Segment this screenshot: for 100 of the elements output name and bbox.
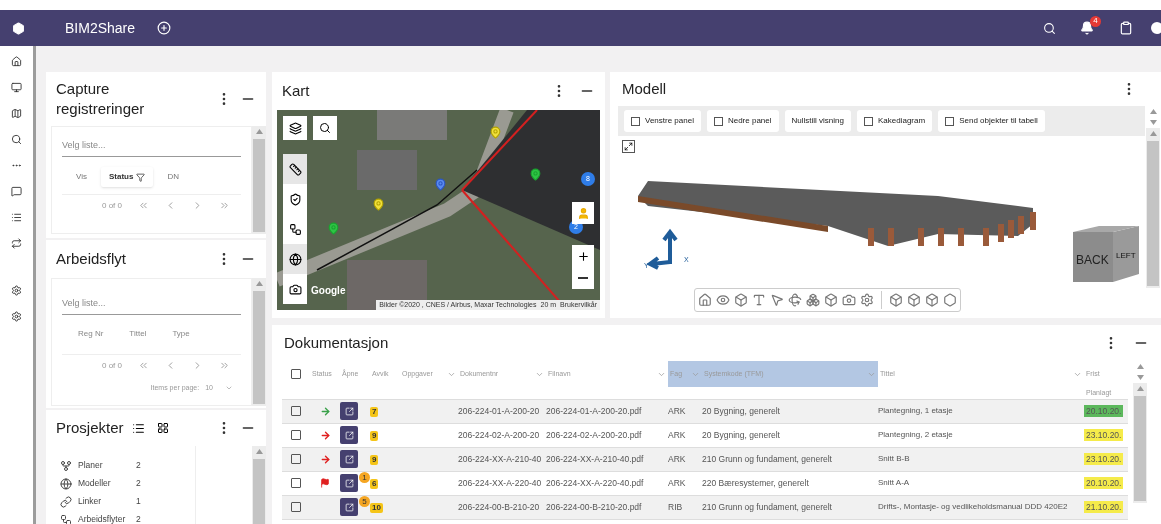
open-button[interactable]	[340, 402, 358, 420]
view-cube-drawing[interactable]: BACK LEFT	[1071, 224, 1141, 282]
nav-icon[interactable]	[11, 212, 22, 223]
deadline-date: 20.10.20.	[1084, 476, 1124, 489]
column-header[interactable]: DN	[159, 167, 187, 187]
row-checkbox[interactable]	[291, 454, 301, 465]
table-row[interactable]: 1 6 206-224-XX-A-220-40 206-224-XX-A-220-40.pdf ARK 220 Bæresystemer, generelt Snitt A-A 20.10.20.	[282, 471, 1128, 495]
scrollbar[interactable]	[252, 278, 266, 406]
app-logo-icon[interactable]	[12, 21, 25, 35]
column-header[interactable]: Type	[172, 328, 190, 340]
view-mode-icon[interactable]	[925, 293, 939, 307]
select-field[interactable]: Velg liste...	[62, 297, 241, 315]
search-icon[interactable]	[1043, 21, 1056, 35]
project-item[interactable]: Planer 2	[60, 458, 195, 473]
nav-icon[interactable]	[11, 311, 22, 322]
column-header[interactable]: Status	[100, 167, 154, 187]
map-pin-icon[interactable]	[529, 168, 542, 181]
account-icon[interactable]	[1151, 22, 1161, 34]
project-item[interactable]: Linker 1	[60, 494, 195, 509]
layers-button[interactable]	[283, 116, 307, 140]
clipboard-icon[interactable]	[1119, 21, 1133, 35]
filter-icon	[136, 172, 146, 182]
scroll-up-icon[interactable]	[1149, 109, 1157, 114]
item-icon	[60, 513, 72, 524]
checkbox[interactable]	[945, 116, 955, 126]
open-button[interactable]	[340, 450, 358, 468]
ruler-button[interactable]	[283, 154, 307, 184]
row-checkbox[interactable]	[291, 430, 301, 441]
item-icon	[60, 477, 72, 490]
row-checkbox[interactable]	[291, 502, 301, 513]
app-title[interactable]: BIM2Share	[65, 17, 136, 39]
view-tool-icon[interactable]	[770, 293, 784, 307]
scrollbar[interactable]	[252, 446, 266, 524]
workflow-button[interactable]	[283, 214, 307, 244]
checkbox-toggle[interactable]: Send objekter til tabell	[938, 110, 1045, 132]
item-icon	[60, 495, 72, 508]
view-tool-icon[interactable]	[716, 293, 730, 307]
column-header[interactable]: Vis	[68, 167, 95, 187]
project-item[interactable]: Arbeidsflyter 2	[60, 512, 195, 524]
view-tool-icon[interactable]	[752, 293, 766, 307]
globe-button[interactable]	[283, 244, 307, 274]
map-pin-icon[interactable]	[489, 126, 502, 139]
view-tool-icon[interactable]	[734, 293, 748, 307]
checkbox[interactable]	[713, 116, 723, 126]
project-item[interactable]: Modeller 2	[60, 476, 195, 491]
select-field[interactable]: Velg liste...	[62, 139, 241, 157]
scrollbar[interactable]	[1133, 383, 1147, 503]
checkbox-toggle[interactable]: Venstre panel	[624, 110, 701, 132]
view-tool-icon[interactable]	[806, 293, 820, 307]
reset-view-button[interactable]: Nullstill visning	[784, 110, 851, 132]
view-mode-icon[interactable]	[889, 293, 903, 307]
search-button[interactable]	[313, 116, 337, 140]
add-icon[interactable]	[157, 21, 172, 35]
camera-icon	[288, 282, 302, 296]
list-view-icon[interactable]	[131, 421, 145, 435]
view-tool-icon[interactable]	[860, 293, 874, 307]
scroll-down-icon[interactable]	[1149, 120, 1157, 125]
deviation-count: 7	[370, 406, 379, 417]
open-button[interactable]	[340, 498, 358, 516]
view-mode-icon[interactable]	[907, 293, 921, 307]
nav-icon[interactable]	[11, 108, 22, 119]
shield-check-icon	[288, 192, 302, 206]
checkbox[interactable]	[631, 116, 640, 126]
open-button[interactable]	[340, 474, 358, 492]
scroll-down-icon[interactable]	[1136, 375, 1144, 380]
shield-check-button[interactable]	[283, 184, 307, 214]
scrollbar[interactable]	[252, 126, 266, 234]
scroll-up-icon[interactable]	[1136, 364, 1144, 369]
column-header[interactable]: Reg Nr	[78, 328, 104, 340]
checkbox[interactable]	[864, 116, 873, 126]
map-pin-icon[interactable]	[372, 198, 385, 211]
open-external-icon	[344, 478, 354, 488]
view-tool-icon[interactable]	[698, 293, 712, 307]
nav-icon[interactable]	[11, 285, 22, 296]
select-all-checkbox[interactable]	[291, 368, 301, 379]
nav-icon[interactable]	[11, 238, 22, 249]
nav-icon[interactable]	[11, 56, 22, 67]
grid-view-icon[interactable]	[156, 422, 169, 434]
deadline-date: 21.10.20.	[1084, 500, 1124, 513]
nav-icon[interactable]	[11, 82, 22, 93]
camera-button[interactable]	[283, 274, 307, 304]
nav-icon[interactable]	[11, 134, 22, 145]
checkbox-toggle[interactable]: Nedre panel	[706, 110, 779, 132]
table-row[interactable]: 9 206-224-02-A-200-20 206-224-02-A-200-20.pdf ARK 20 Bygning, generelt Plantegning, 2 etasje 23.10.20.	[282, 423, 1128, 447]
deadline-date: 20.10.20.	[1084, 404, 1124, 417]
open-button[interactable]	[340, 426, 358, 444]
table-cell: 220 Bæresystemer, generelt	[702, 471, 878, 495]
view-mode-icon[interactable]	[943, 293, 957, 307]
row-checkbox[interactable]	[291, 406, 301, 417]
expand-icon[interactable]	[622, 140, 635, 153]
view-tool-icon[interactable]	[788, 293, 802, 307]
nav-icon[interactable]	[11, 186, 22, 197]
notifications-icon[interactable]	[1080, 21, 1094, 35]
scrollbar[interactable]	[1146, 128, 1160, 288]
row-checkbox[interactable]	[291, 478, 301, 489]
view-tool-icon[interactable]	[842, 293, 856, 307]
checkbox-toggle[interactable]: Kakediagram	[857, 110, 933, 132]
column-header[interactable]: Tittel	[129, 328, 147, 340]
map-pin-icon[interactable]	[327, 222, 340, 235]
view-tool-icon[interactable]	[824, 293, 838, 307]
